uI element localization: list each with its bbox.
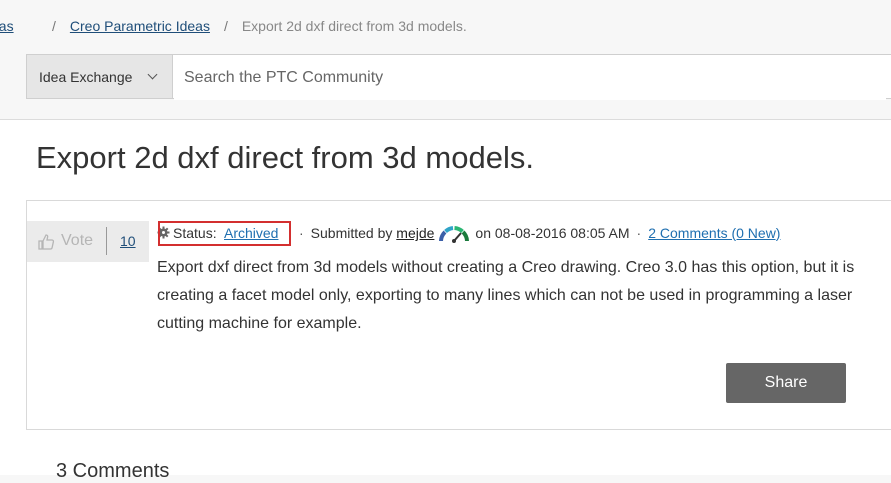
breadcrumb-current: Export 2d dxf direct from 3d models. — [241, 18, 467, 34]
search-bar: Idea Exchange — [26, 54, 891, 100]
breadcrumb-separator: / — [52, 18, 56, 34]
vote-widget: Vote 10 — [27, 221, 149, 262]
chevron-down-icon — [147, 69, 158, 80]
comments-link[interactable]: 2 Comments (0 New) — [648, 225, 780, 241]
submitted-date: on 08-08-2016 08:05 AM — [475, 225, 630, 241]
idea-description: Export dxf direct from 3d models without… — [157, 259, 855, 332]
top-bar: eas / Creo Parametric Ideas / Export 2d dxf… — [0, 0, 891, 120]
breadcrumb-separator: / — [223, 18, 228, 34]
idea-card: Vote 10 Status: Archived · Submitted by m… — [26, 200, 891, 430]
breadcrumb-ideas-link[interactable]: eas — [0, 18, 14, 34]
status-highlight-box — [158, 221, 291, 246]
rank-gauge-icon — [438, 225, 470, 246]
submitted-by-label: Submitted by — [310, 225, 393, 241]
vote-button[interactable]: Vote — [61, 232, 93, 250]
share-button[interactable]: Share — [726, 363, 846, 403]
idea-meta: · Submitted by mejde on 08-08-2016 08:05 … — [292, 225, 780, 246]
author-link[interactable]: mejde — [396, 225, 434, 241]
page-title: Export 2d dxf direct from 3d models. — [36, 140, 534, 175]
search-scope-label: Idea Exchange — [39, 68, 133, 85]
main-content: Export 2d dxf direct from 3d models. Vot… — [0, 120, 891, 482]
meta-dot: · — [636, 225, 642, 241]
meta-dot: · — [299, 225, 304, 241]
search-scope-dropdown[interactable]: Idea Exchange — [27, 55, 173, 98]
vote-divider — [106, 227, 107, 255]
thumbs-up-icon[interactable] — [37, 233, 55, 256]
breadcrumb-creo-ideas-link[interactable]: Creo Parametric Ideas — [70, 18, 210, 34]
comments-heading: 3 Comments — [56, 460, 170, 482]
search-input[interactable] — [174, 55, 886, 100]
vote-count-link[interactable]: 10 — [120, 233, 136, 249]
